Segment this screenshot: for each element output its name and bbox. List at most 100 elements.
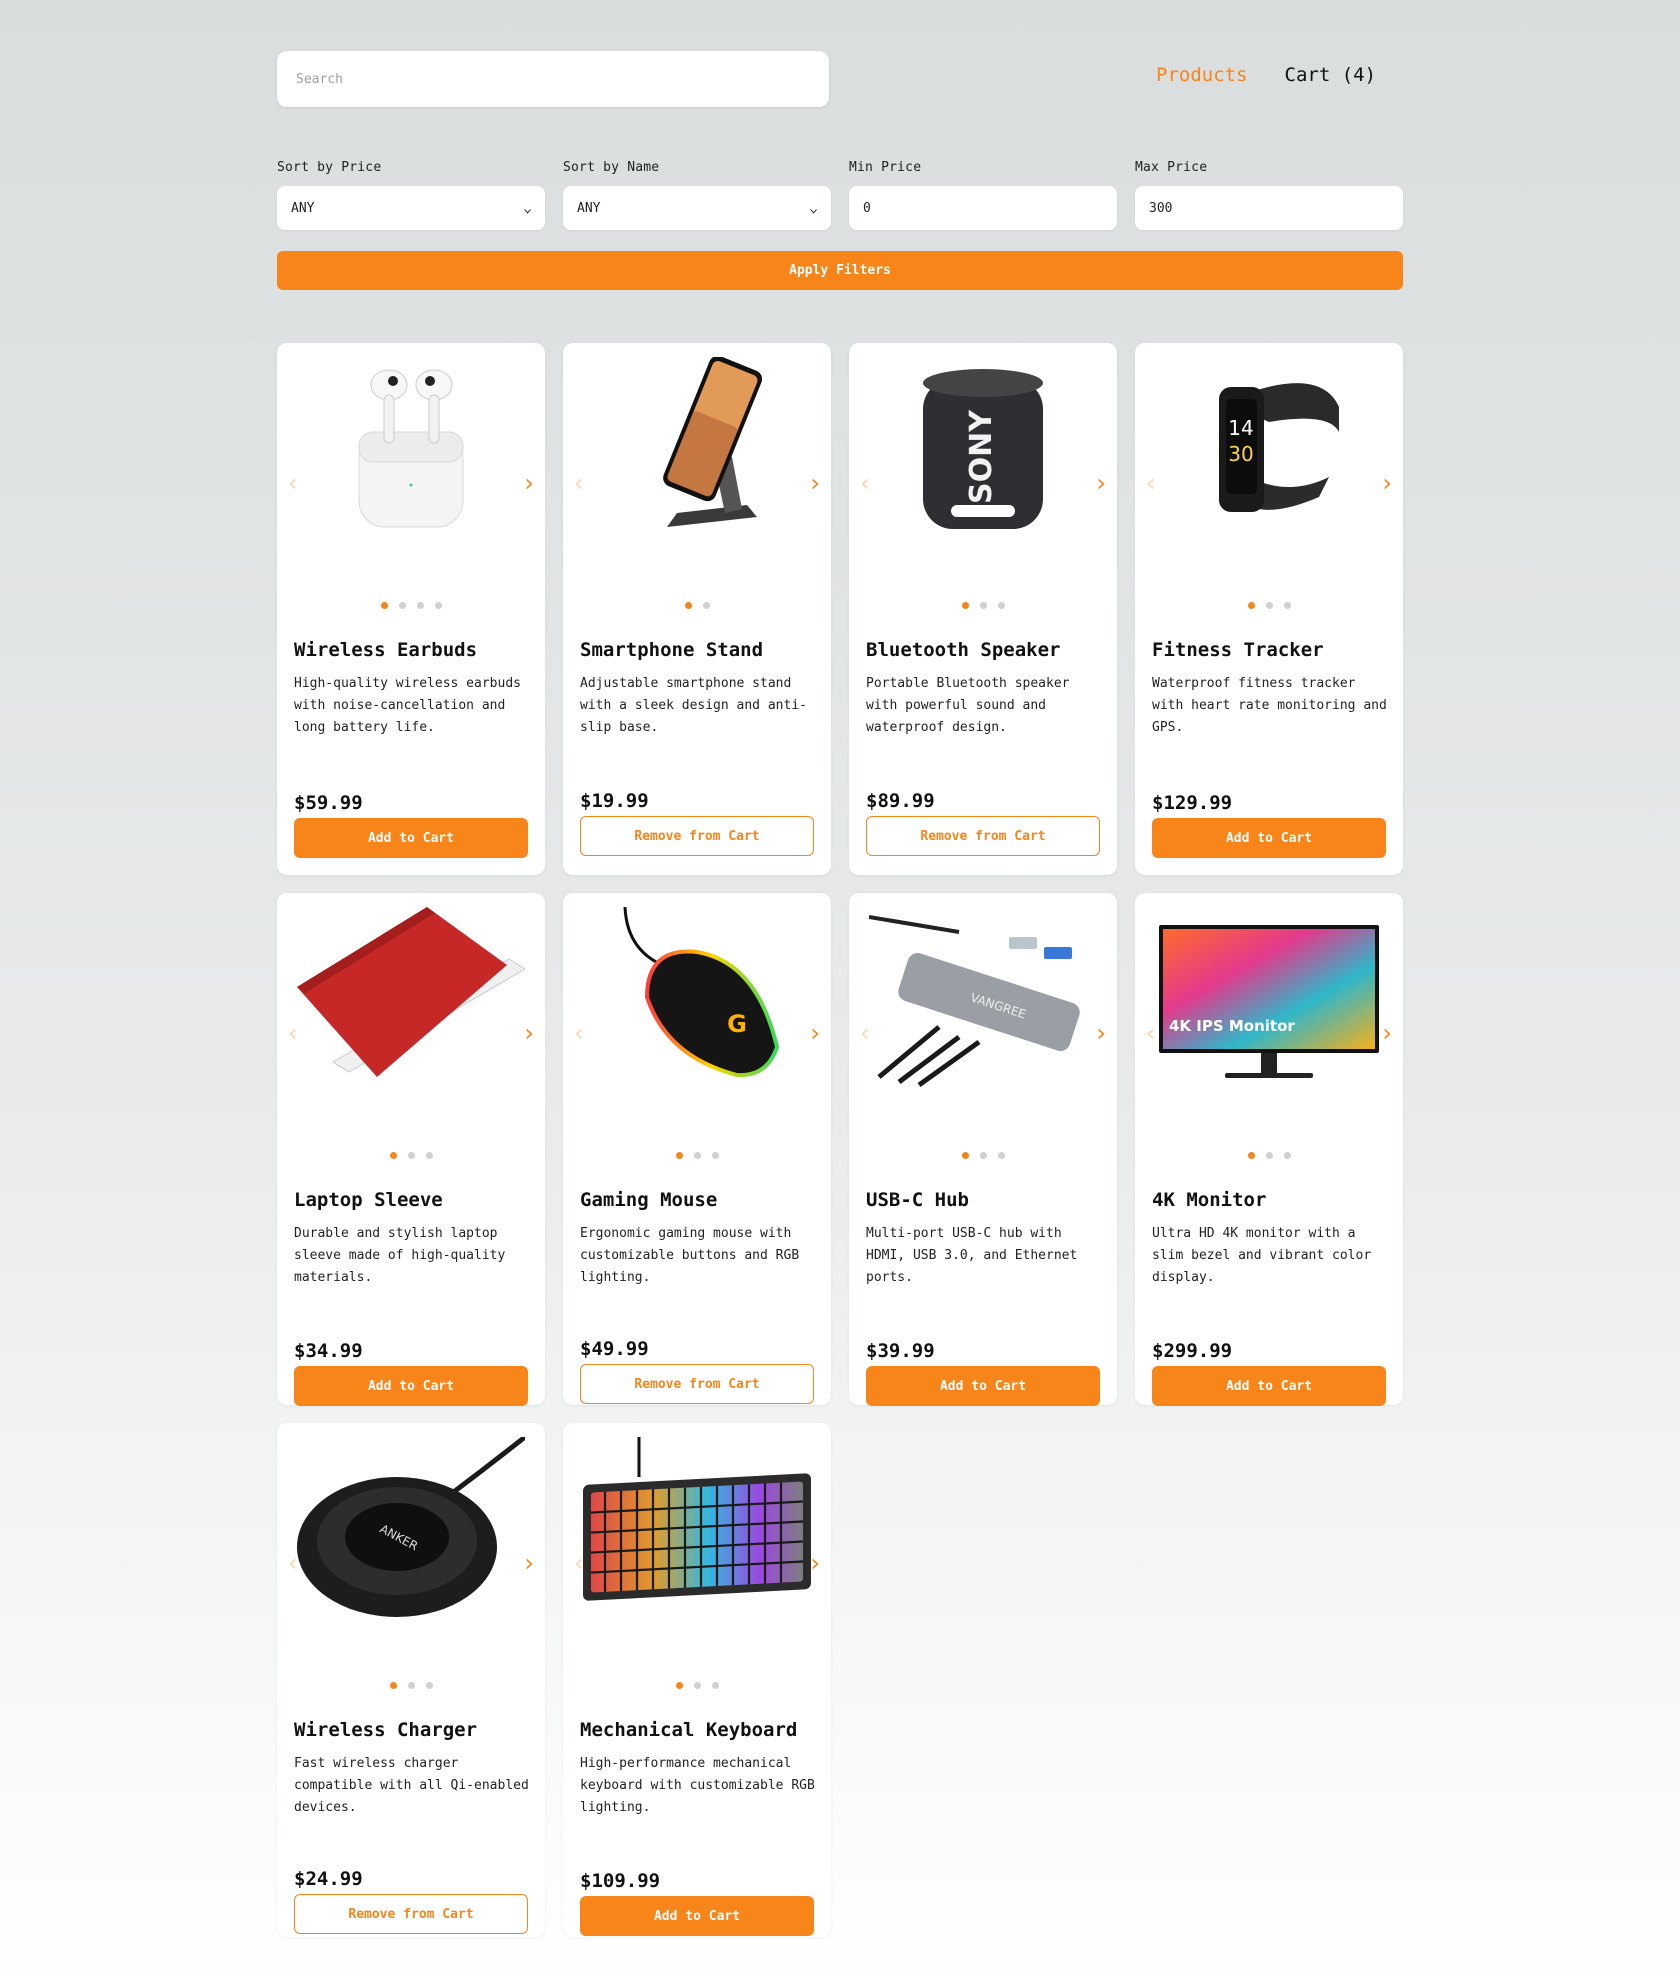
carousel-dot[interactable] — [1266, 1152, 1273, 1159]
chevron-right-icon[interactable]: › — [1382, 1021, 1392, 1045]
carousel-dot[interactable] — [694, 1682, 701, 1689]
carousel-dot[interactable] — [435, 602, 442, 609]
product-description: High-performance mechanical keyboard wit… — [580, 1756, 815, 1815]
carousel-dot[interactable] — [712, 1682, 719, 1689]
chevron-left-icon[interactable]: ‹ — [860, 471, 870, 495]
chevron-left-icon[interactable]: ‹ — [574, 1551, 584, 1575]
carousel-dot[interactable] — [390, 1682, 397, 1689]
carousel-dot[interactable] — [1284, 602, 1291, 609]
image-carousel: ‹ › — [563, 1423, 831, 1653]
chevron-right-icon[interactable]: › — [810, 1551, 820, 1575]
remove-from-cart-button[interactable]: Remove from Cart — [580, 1364, 814, 1404]
carousel-dot[interactable] — [980, 602, 987, 609]
carousel-dot[interactable] — [1266, 602, 1273, 609]
product-description: Adjustable smartphone stand with a sleek… — [580, 676, 807, 735]
chevron-left-icon[interactable]: ‹ — [574, 1021, 584, 1045]
apply-filters-button[interactable]: Apply Filters — [277, 251, 1403, 290]
image-carousel: G ‹ › — [563, 893, 831, 1123]
add-to-cart-button[interactable]: Add to Cart — [1152, 1366, 1386, 1406]
sort-price-value: ANY — [291, 200, 315, 216]
sort-name-filter: Sort by Name ANY ⌄ — [563, 160, 831, 230]
product-title: USB-C Hub — [866, 1189, 969, 1211]
add-to-cart-button[interactable]: Add to Cart — [294, 818, 528, 858]
carousel-dot[interactable] — [408, 1682, 415, 1689]
product-price: $24.99 — [294, 1868, 363, 1890]
chevron-right-icon[interactable]: › — [524, 1021, 534, 1045]
carousel-dot[interactable] — [980, 1152, 987, 1159]
add-to-cart-button[interactable]: Add to Cart — [1152, 818, 1386, 858]
carousel-dot[interactable] — [426, 1152, 433, 1159]
product-price: $49.99 — [580, 1338, 649, 1360]
carousel-dot[interactable] — [1248, 602, 1255, 609]
carousel-dot[interactable] — [676, 1152, 683, 1159]
carousel-dot[interactable] — [685, 602, 692, 609]
carousel-dot[interactable] — [390, 1152, 397, 1159]
sort-name-select[interactable]: ANY ⌄ — [563, 186, 831, 230]
image-carousel: VANGREE ‹ › — [849, 893, 1117, 1123]
chevron-right-icon[interactable]: › — [524, 1551, 534, 1575]
remove-from-cart-button[interactable]: Remove from Cart — [866, 816, 1100, 856]
chevron-right-icon[interactable]: › — [1382, 471, 1392, 495]
product-description: Multi-port USB-C hub with HDMI, USB 3.0,… — [866, 1226, 1078, 1285]
phone-stand-image — [583, 357, 811, 537]
carousel-dot[interactable] — [1284, 1152, 1291, 1159]
carousel-dot[interactable] — [426, 1682, 433, 1689]
product-card: ‹ › Laptop Sleeve Durable and stylish la… — [277, 893, 545, 1406]
search-input[interactable] — [294, 70, 812, 88]
remove-from-cart-button[interactable]: Remove from Cart — [294, 1894, 528, 1934]
min-price-value: 0 — [863, 200, 871, 216]
min-price-input[interactable]: 0 — [849, 186, 1117, 230]
chevron-right-icon[interactable]: › — [810, 471, 820, 495]
image-carousel: ‹ › — [277, 893, 545, 1123]
chevron-right-icon[interactable]: › — [1096, 1021, 1106, 1045]
remove-from-cart-button[interactable]: Remove from Cart — [580, 816, 814, 856]
add-to-cart-button[interactable]: Add to Cart — [866, 1366, 1100, 1406]
filter-bar: Sort by Price ANY ⌄ Sort by Name ANY ⌄ M… — [277, 160, 1403, 230]
chevron-left-icon[interactable]: ‹ — [288, 1021, 298, 1045]
chevron-left-icon[interactable]: ‹ — [1146, 471, 1156, 495]
svg-text:30: 30 — [1228, 442, 1253, 466]
chevron-left-icon[interactable]: ‹ — [288, 471, 298, 495]
sort-price-filter: Sort by Price ANY ⌄ — [277, 160, 545, 230]
nav-products-link[interactable]: Products — [1156, 64, 1248, 86]
carousel-dot[interactable] — [998, 602, 1005, 609]
fitness-tracker-image: 14 30 — [1155, 357, 1383, 537]
carousel-dot[interactable] — [998, 1152, 1005, 1159]
add-to-cart-button[interactable]: Add to Cart — [580, 1896, 814, 1936]
product-card: ‹ › Mechanical Keyboard High-performance… — [563, 1423, 831, 1937]
carousel-dot[interactable] — [1248, 1152, 1255, 1159]
earbuds-image — [297, 357, 525, 537]
product-card: 4K IPS Monitor ‹ › 4K Monitor Ultra HD 4… — [1135, 893, 1403, 1406]
product-title: Wireless Earbuds — [294, 639, 478, 661]
carousel-dot[interactable] — [399, 602, 406, 609]
chevron-right-icon[interactable]: › — [810, 1021, 820, 1045]
sort-price-select[interactable]: ANY ⌄ — [277, 186, 545, 230]
chevron-right-icon[interactable]: › — [524, 471, 534, 495]
product-title: Fitness Tracker — [1152, 639, 1324, 661]
max-price-input[interactable]: 300 — [1135, 186, 1403, 230]
image-carousel: ‹ › — [277, 343, 545, 573]
carousel-dot[interactable] — [408, 1152, 415, 1159]
max-price-filter: Max Price 300 — [1135, 160, 1403, 230]
svg-text:SONY: SONY — [964, 409, 999, 504]
carousel-dot[interactable] — [676, 1682, 683, 1689]
product-title: Bluetooth Speaker — [866, 639, 1061, 661]
carousel-dot[interactable] — [962, 602, 969, 609]
carousel-dot[interactable] — [962, 1152, 969, 1159]
chevron-left-icon[interactable]: ‹ — [860, 1021, 870, 1045]
chevron-left-icon[interactable]: ‹ — [574, 471, 584, 495]
carousel-dot[interactable] — [694, 1152, 701, 1159]
chevron-down-icon: ⌄ — [522, 201, 533, 215]
add-to-cart-button[interactable]: Add to Cart — [294, 1366, 528, 1406]
chevron-left-icon[interactable]: ‹ — [288, 1551, 298, 1575]
carousel-dot[interactable] — [381, 602, 388, 609]
chevron-right-icon[interactable]: › — [1096, 471, 1106, 495]
nav-cart-link[interactable]: Cart (4) — [1285, 64, 1377, 86]
search-box[interactable] — [277, 51, 829, 107]
carousel-dot[interactable] — [703, 602, 710, 609]
max-price-value: 300 — [1149, 200, 1173, 216]
carousel-dot[interactable] — [417, 602, 424, 609]
product-card: 14 30 ‹ › Fitness Tracker Waterproof fit… — [1135, 343, 1403, 875]
carousel-dot[interactable] — [712, 1152, 719, 1159]
chevron-left-icon[interactable]: ‹ — [1146, 1021, 1156, 1045]
